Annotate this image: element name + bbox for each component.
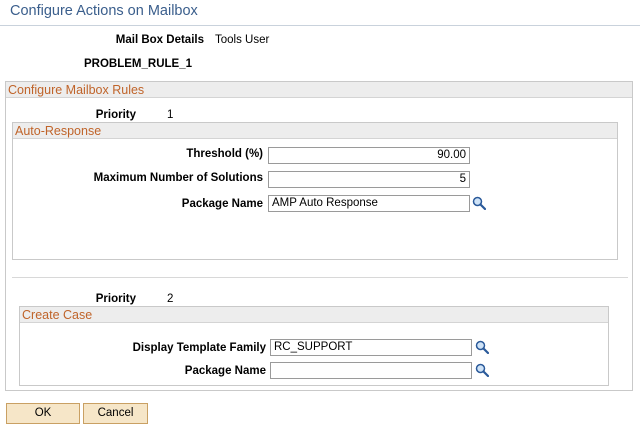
auto-response-header: Auto-Response — [13, 123, 617, 139]
rule2-priority-value: 2 — [167, 293, 174, 305]
rule2-package-name-field[interactable] — [270, 362, 472, 379]
rule1-priority-label: Priority — [95, 109, 136, 121]
title-divider — [0, 25, 640, 26]
auto-response-group: Auto-Response — [12, 122, 618, 260]
cancel-button[interactable]: Cancel — [83, 403, 148, 424]
rule2-package-name-label: Package Name — [184, 365, 266, 377]
rule1-package-name-field[interactable]: AMP Auto Response — [268, 195, 470, 212]
mailbox-details-label: Mail Box Details — [115, 34, 204, 46]
threshold-field[interactable]: 90.00 — [268, 147, 470, 164]
threshold-label: Threshold (%) — [186, 148, 263, 160]
rule1-package-name-label: Package Name — [181, 198, 263, 210]
template-family-lookup-icon[interactable] — [475, 340, 489, 354]
ok-button[interactable]: OK — [6, 403, 80, 424]
rule2-priority-label: Priority — [95, 293, 136, 305]
template-family-field[interactable]: RC_SUPPORT — [270, 339, 472, 356]
rule-name: PROBLEM_RULE_1 — [84, 58, 192, 70]
page-title: Configure Actions on Mailbox — [10, 3, 198, 19]
max-solutions-label: Maximum Number of Solutions — [93, 172, 263, 184]
configure-mailbox-rules-header: Configure Mailbox Rules — [6, 82, 632, 98]
mailbox-details-value: Tools User — [215, 34, 270, 46]
rule1-package-lookup-icon[interactable] — [472, 196, 486, 210]
max-solutions-field[interactable]: 5 — [268, 171, 470, 188]
template-family-label: Display Template Family — [132, 342, 266, 354]
create-case-header: Create Case — [20, 307, 608, 323]
rules-divider — [12, 277, 628, 278]
rule1-priority-value: 1 — [167, 109, 174, 121]
rule2-package-lookup-icon[interactable] — [475, 363, 489, 377]
